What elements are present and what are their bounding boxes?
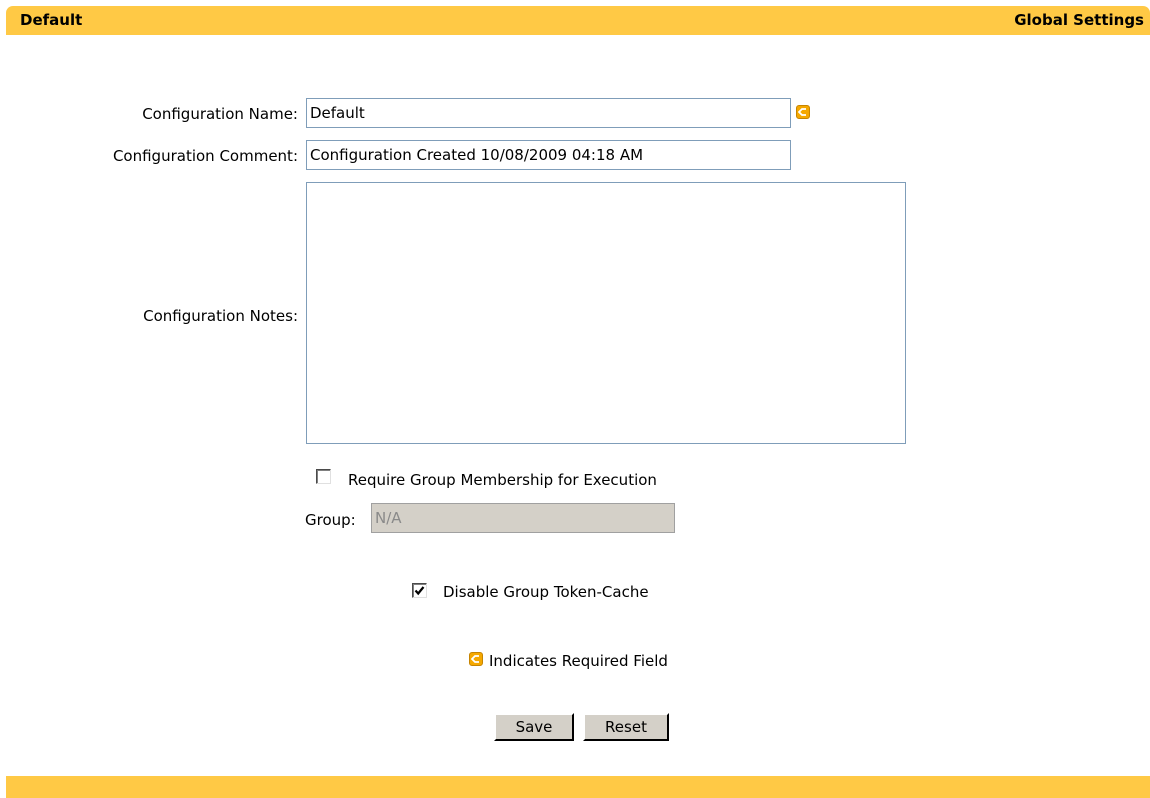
require-group-label: Require Group Membership for Execution: [348, 471, 657, 489]
disable-cache-checkbox[interactable]: [412, 583, 427, 598]
config-name-label: Configuration Name:: [142, 105, 298, 123]
disable-cache-label: Disable Group Token-Cache: [443, 583, 649, 601]
footer-bar: [6, 776, 1150, 798]
save-button[interactable]: Save: [494, 713, 574, 741]
group-input[interactable]: [371, 503, 675, 533]
reset-button[interactable]: Reset: [583, 713, 669, 741]
config-comment-input[interactable]: [306, 140, 791, 170]
section-title: Global Settings: [1014, 11, 1144, 29]
required-legend-arrow-icon: [469, 652, 483, 666]
config-comment-label: Configuration Comment:: [112, 147, 298, 165]
required-field-note: Indicates Required Field: [489, 652, 668, 670]
checkmark-icon: [414, 586, 425, 596]
config-name-input[interactable]: [306, 98, 791, 128]
header-bar: Default Global Settings: [6, 6, 1150, 35]
require-group-checkbox[interactable]: [316, 469, 331, 484]
group-label: Group:: [305, 511, 356, 529]
config-notes-label: Configuration Notes:: [143, 307, 298, 325]
config-notes-textarea[interactable]: [306, 182, 906, 444]
page-title: Default: [20, 11, 83, 29]
global-settings-panel: Default Global Settings Configuration Na…: [6, 6, 1150, 798]
required-field-arrow-icon: [796, 105, 810, 119]
